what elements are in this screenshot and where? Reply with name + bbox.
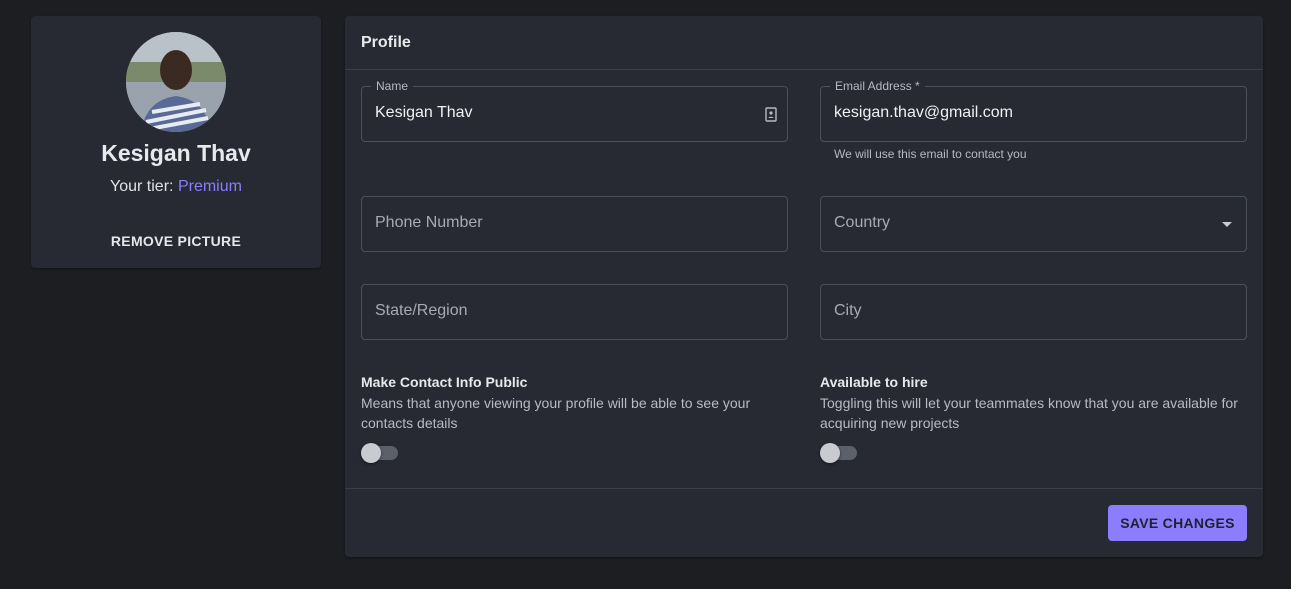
available-hire-description: Toggling this will let your teammates kn… <box>820 395 1238 431</box>
state-field-placeholder: State/Region <box>375 302 468 319</box>
contact-card-icon <box>765 107 777 122</box>
avatar-image <box>126 32 226 132</box>
available-hire-toggle[interactable] <box>820 443 860 463</box>
caret-down-icon[interactable] <box>1222 222 1232 227</box>
state-field[interactable]: State/Region <box>361 284 788 340</box>
profile-form-card: Profile Name Kesigan Thav Email Address … <box>345 16 1263 557</box>
city-field[interactable]: City <box>820 284 1247 340</box>
contact-public-toggle[interactable] <box>361 443 401 463</box>
toggle-thumb <box>361 443 381 463</box>
country-select[interactable]: Country <box>820 196 1247 252</box>
email-helper-text: We will use this email to contact you <box>834 147 1027 161</box>
phone-field[interactable]: Phone Number <box>361 196 788 252</box>
city-field-placeholder: City <box>834 302 862 319</box>
name-field[interactable]: Name Kesigan Thav <box>361 79 788 142</box>
save-changes-button[interactable]: SAVE CHANGES <box>1108 505 1247 541</box>
tier-label: Your tier: <box>110 178 174 195</box>
name-field-label: Name <box>371 79 414 93</box>
profile-card: Kesigan Thav Your tier: Premium REMOVE P… <box>31 16 321 268</box>
header-divider <box>345 69 1263 70</box>
available-hire-title: Available to hire <box>820 374 928 390</box>
user-name: Kesigan Thav <box>101 140 251 166</box>
email-field[interactable]: Email Address * kesigan.thav@gmail.com <box>820 79 1247 142</box>
remove-picture-button[interactable]: REMOVE PICTURE <box>101 228 251 254</box>
email-field-label: Email Address * <box>830 79 925 93</box>
country-select-placeholder: Country <box>834 214 891 231</box>
phone-field-placeholder: Phone Number <box>375 214 483 231</box>
name-field-value[interactable]: Kesigan Thav <box>375 104 473 122</box>
contact-public-title: Make Contact Info Public <box>361 374 528 390</box>
toggle-thumb <box>820 443 840 463</box>
tier-line: Your tier: Premium <box>31 178 321 196</box>
email-field-value[interactable]: kesigan.thav@gmail.com <box>834 104 1013 122</box>
footer-divider <box>345 488 1263 489</box>
contact-public-description: Means that anyone viewing your profile w… <box>361 395 751 431</box>
card-title: Profile <box>361 34 411 51</box>
avatar <box>126 32 226 132</box>
tier-value: Premium <box>177 178 242 195</box>
